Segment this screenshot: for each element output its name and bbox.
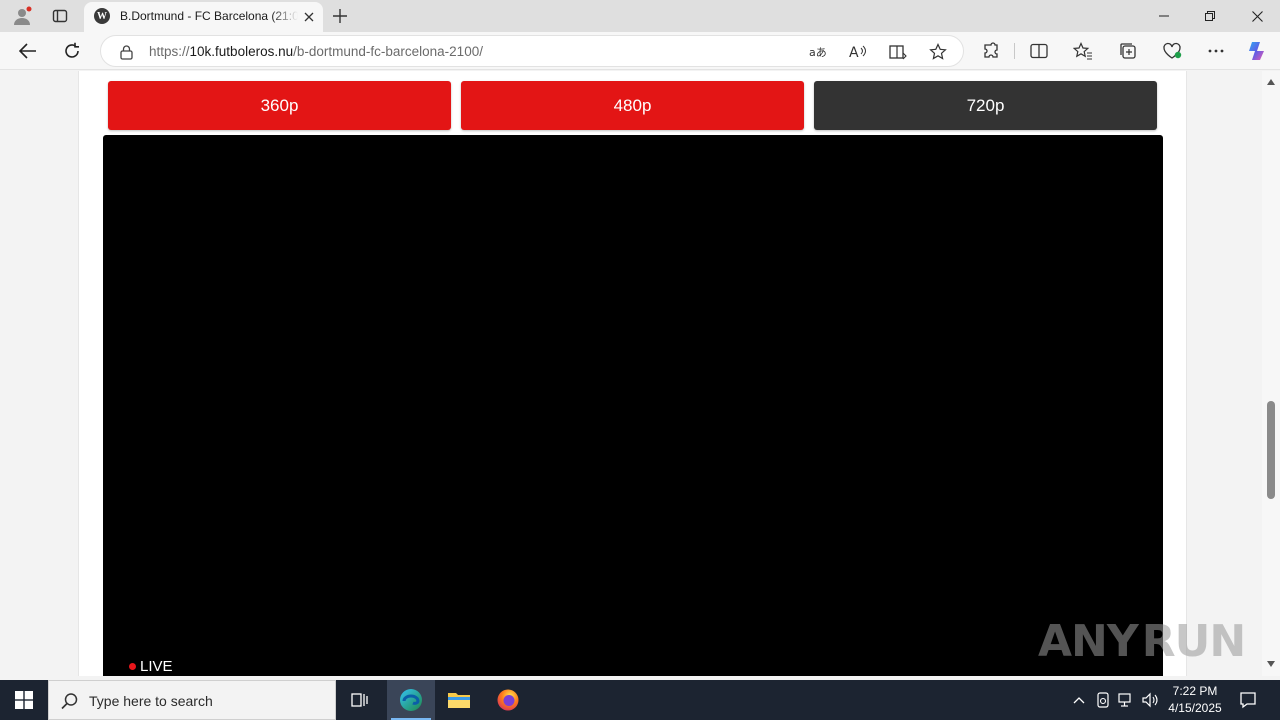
restore-icon[interactable] — [1187, 0, 1233, 32]
split-screen-icon[interactable] — [1028, 40, 1050, 62]
wordpress-icon: W — [94, 8, 110, 24]
firefox-icon[interactable] — [484, 680, 532, 720]
quality-button-label: 720p — [966, 95, 1005, 115]
quality-button-360p[interactable]: 360p — [108, 81, 451, 130]
live-dot-icon — [129, 663, 136, 670]
video-player[interactable]: LIVE — [103, 135, 1163, 676]
tab-actions-icon[interactable] — [48, 4, 72, 28]
new-tab-icon[interactable] — [330, 6, 350, 26]
read-aloud-icon[interactable]: A — [847, 41, 869, 63]
quality-button-label: 360p — [260, 95, 299, 115]
url-host: 10k.futboleros.nu — [189, 44, 294, 59]
page-scrollbar[interactable] — [1262, 71, 1280, 676]
file-explorer-icon[interactable] — [435, 680, 483, 720]
extensions-icon[interactable] — [980, 40, 1002, 62]
anyrun-watermark: ANY RUN — [1038, 609, 1246, 673]
url-scheme: https:// — [149, 44, 190, 59]
toolbar-separator — [1014, 43, 1015, 59]
search-placeholder: Type here to search — [89, 693, 213, 709]
windows-start-icon[interactable] — [0, 680, 48, 720]
refresh-icon[interactable] — [59, 39, 85, 63]
show-hidden-icons-icon[interactable] — [1069, 690, 1089, 710]
network-icon[interactable] — [1117, 690, 1137, 710]
lock-icon[interactable] — [117, 43, 135, 61]
url-path: /b-dortmund-fc-barcelona-2100/ — [293, 44, 483, 59]
quality-button-label: 480p — [613, 95, 652, 115]
more-options-icon[interactable] — [1205, 40, 1227, 62]
immersive-reader-icon[interactable] — [887, 41, 909, 63]
favorites-icon[interactable] — [1072, 40, 1094, 62]
tab-strip: W B.Dortmund - FC Barcelona (21:00) — [0, 0, 1280, 32]
close-window-icon[interactable] — [1234, 0, 1280, 32]
edge-taskbar-icon[interactable] — [387, 680, 435, 720]
quality-button-480p[interactable]: 480p — [461, 81, 804, 130]
clock-time: 7:22 PM — [1172, 684, 1218, 698]
search-icon — [61, 693, 78, 710]
volume-icon[interactable] — [1141, 690, 1161, 710]
profile-icon[interactable] — [10, 4, 34, 28]
task-view-icon[interactable] — [336, 680, 384, 720]
minimize-icon[interactable] — [1141, 0, 1187, 32]
collections-icon[interactable] — [1117, 40, 1139, 62]
tab-title: B.Dortmund - FC Barcelona (21:00) — [120, 9, 298, 23]
live-label: LIVE — [140, 658, 173, 675]
browser-essentials-icon[interactable] — [1161, 40, 1183, 62]
translate-icon[interactable]: aあ — [807, 41, 829, 63]
taskbar-clock[interactable]: 7:22 PM 4/15/2025 — [1160, 683, 1230, 717]
favorite-star-icon[interactable] — [927, 41, 949, 63]
address-bar[interactable]: https://10k.futboleros.nu/b-dortmund-fc-… — [100, 35, 964, 67]
scrollbar-thumb[interactable] — [1267, 401, 1275, 499]
copilot-icon[interactable] — [1246, 40, 1268, 62]
tray-device-icon[interactable] — [1093, 690, 1113, 710]
notifications-icon[interactable] — [1232, 680, 1264, 720]
page-viewport: 360p 480p 720p LIVE ANY RUN — [0, 71, 1262, 676]
scroll-up-icon[interactable] — [1266, 77, 1276, 87]
watermark-text-left: ANY — [1038, 615, 1139, 667]
watermark-text-right: RUN — [1141, 615, 1246, 667]
scroll-down-icon[interactable] — [1266, 659, 1276, 669]
taskbar-search-box[interactable]: Type here to search — [48, 680, 336, 720]
close-tab-icon[interactable] — [300, 8, 318, 26]
clock-date: 4/15/2025 — [1168, 701, 1222, 715]
live-indicator: LIVE — [129, 658, 173, 675]
svg-text:aあ: aあ — [809, 46, 827, 59]
windows-taskbar: Type here to search 7:22 PM 4/15/2025 — [0, 680, 1280, 720]
active-tab[interactable]: W B.Dortmund - FC Barcelona (21:00) — [84, 2, 323, 32]
svg-text:A: A — [849, 45, 859, 60]
browser-toolbar: https://10k.futboleros.nu/b-dortmund-fc-… — [0, 32, 1280, 70]
back-arrow-icon[interactable] — [15, 39, 41, 63]
quality-button-720p[interactable]: 720p — [814, 81, 1157, 130]
url-text[interactable]: https://10k.futboleros.nu/b-dortmund-fc-… — [149, 44, 483, 59]
